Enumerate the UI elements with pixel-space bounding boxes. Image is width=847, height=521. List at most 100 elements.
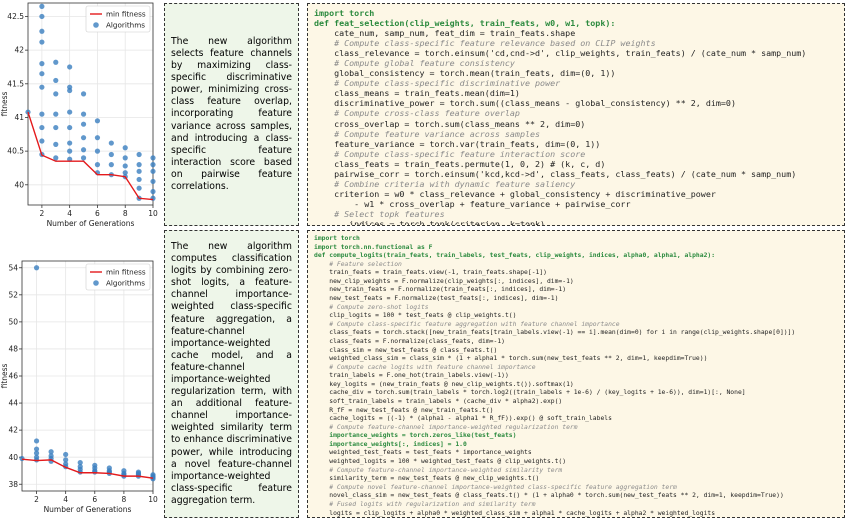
code-line: class_feats = train_feats.permute(1, 0, …: [314, 158, 606, 169]
code-line: # Compute cache logits with feature chan…: [314, 363, 536, 371]
code-block-compute-logits: import torch import torch.nn.functional a…: [307, 230, 845, 518]
code-text-1: import torch def feat_selection(clip_weig…: [314, 8, 838, 225]
y-tick-label: 42: [8, 426, 18, 435]
algorithm-point: [80, 91, 87, 97]
code-line: novel_class_sim = new_test_feats @ class…: [314, 492, 784, 500]
y-tick-label: 40: [14, 180, 24, 189]
code-line: # Compute cross-class feature overlap: [314, 108, 520, 119]
algorithm-point: [94, 162, 101, 168]
code-line: logits = clip_logits + alpha0 * weighted…: [314, 509, 716, 517]
algorithm-point: [39, 124, 45, 131]
code-line: # Compute class-specific discriminative …: [314, 78, 561, 89]
algorithm-point: [80, 121, 87, 127]
code-line: # Fused logits with regularization and s…: [314, 500, 536, 508]
y-tick-label: 46: [8, 372, 18, 381]
algorithm-point: [39, 138, 45, 144]
legend-label-algorithms: Algorithms: [106, 21, 145, 30]
legend-label-min-fitness: min fitness: [106, 10, 146, 19]
algorithm-point: [122, 155, 128, 161]
description-text-2: The new algorithm computes classificatio…: [171, 240, 292, 506]
description-text-1: The new algorithm selects feature channe…: [171, 35, 292, 193]
y-tick-label: 41: [14, 113, 24, 122]
algorithm-point: [80, 147, 87, 153]
code-line: feature_variance = torch.var(train_feats…: [314, 138, 601, 149]
code-line: similarity_term = new_test_feats @ new_c…: [314, 475, 540, 483]
algorithm-point: [19, 455, 25, 462]
x-axis-label: Number of Generations: [47, 219, 135, 228]
algorithm-point: [150, 168, 156, 174]
code-line: weighted_class_sim = class_sim * (1 + al…: [314, 355, 708, 363]
code-line: # Compute class-specific feature interac…: [314, 148, 586, 159]
algorithm-point: [53, 91, 59, 97]
code-line: # Compute feature variance across sample…: [314, 128, 541, 139]
x-tick-label: 4: [67, 209, 72, 218]
legend-dot-swatch: [93, 22, 99, 28]
algorithm-description-2: The new algorithm computes classificatio…: [164, 230, 299, 518]
y-tick-label: 41.5: [7, 79, 24, 88]
algorithm-point: [136, 151, 142, 158]
y-tick-label: 50: [8, 317, 18, 326]
algorithm-point: [53, 124, 59, 131]
code-line: # Feature selection: [314, 260, 402, 268]
code-block-feat-selection: import torch def feat_selection(clip_weig…: [307, 3, 845, 226]
code-line: global_consistency = torch.mean(train_fe…: [314, 68, 616, 79]
code-line: discriminative_power = torch.sum((class_…: [314, 98, 736, 109]
y-tick-label: 52: [8, 290, 18, 299]
algorithm-point: [136, 185, 142, 191]
algorithm-point: [39, 13, 45, 20]
algorithm-point: [136, 176, 142, 183]
algorithm-point: [150, 178, 156, 185]
code-line: import torch: [314, 235, 360, 242]
algorithm-point: [150, 162, 156, 168]
algorithm-point: [150, 476, 156, 482]
code-line: criterion = w0 * class_relevance + globa…: [314, 188, 716, 199]
code-line: train_labels = F.one_hot(train_labels.vi…: [314, 372, 509, 380]
code-line: # Combine criteria with dynamic feature …: [314, 178, 576, 189]
algorithm-point: [122, 163, 128, 169]
code-line: def compute_logits(train_feats, train_la…: [314, 252, 716, 260]
code-line: # Compute global feature consistency: [314, 58, 515, 69]
algorithm-point: [67, 148, 73, 154]
algorithm-point: [53, 77, 59, 84]
algorithm-point: [39, 71, 45, 77]
code-line: class_sim = new_test_feats @ class_feats…: [314, 346, 498, 354]
code-line: soft_train_labels = train_labels * (cach…: [314, 397, 563, 405]
algorithm-point: [80, 135, 87, 141]
code-line: import torch.nn.functional as F: [314, 243, 433, 251]
algorithm-point: [67, 64, 73, 70]
code-line: new_clip_weights = F.normalize(clip_weig…: [314, 277, 574, 285]
algorithm-point: [150, 188, 156, 195]
code-line: - w1 * cross_overlap + feature_variance …: [314, 198, 631, 209]
legend-label-algorithms: Algorithms: [106, 279, 145, 288]
algorithm-point: [136, 162, 142, 168]
y-tick-label: 48: [8, 345, 18, 354]
algorithm-point: [94, 135, 101, 141]
code-line: # Compute novel feature-channel importan…: [314, 483, 677, 491]
code-line: new_train_feats = F.normalize(train_feat…: [314, 286, 567, 294]
code-line: key_logits = (new_train_feats @ new_clip…: [314, 380, 574, 388]
code-line: train_feats = train_feats.view(-1, train…: [314, 269, 547, 277]
plot-area: [28, 3, 153, 205]
code-line: clip_logits = 100 * test_feats @ clip_we…: [314, 312, 517, 320]
y-tick-label: 44: [8, 399, 18, 408]
x-tick-label: 10: [148, 495, 158, 504]
y-tick-label: 54: [8, 263, 18, 272]
code-line: importance_weights[:, indices] = 1.0: [314, 440, 467, 448]
y-tick-label: 42.5: [7, 12, 24, 21]
code-line: # Select topk features: [314, 208, 445, 219]
x-tick-label: 4: [63, 495, 68, 504]
code-line: class_relevance = torch.einsum('cd,cnd->…: [314, 48, 807, 59]
algorithm-point: [67, 124, 73, 131]
x-tick-label: 6: [92, 495, 97, 504]
legend-dot-swatch: [93, 280, 99, 286]
algorithm-point: [33, 265, 40, 271]
x-tick-label: 2: [39, 209, 44, 218]
algorithm-point: [39, 61, 45, 67]
algorithm-point: [67, 140, 73, 146]
algorithm-point: [39, 28, 45, 34]
code-line: R_fF = new_test_feats @ new_train_feats.…: [314, 406, 494, 414]
y-tick-label: 38: [8, 480, 18, 489]
code-line: def feat_selection(clip_weights, train_f…: [314, 18, 616, 29]
algorithm-point: [63, 451, 69, 458]
algorithm-point: [33, 438, 40, 444]
